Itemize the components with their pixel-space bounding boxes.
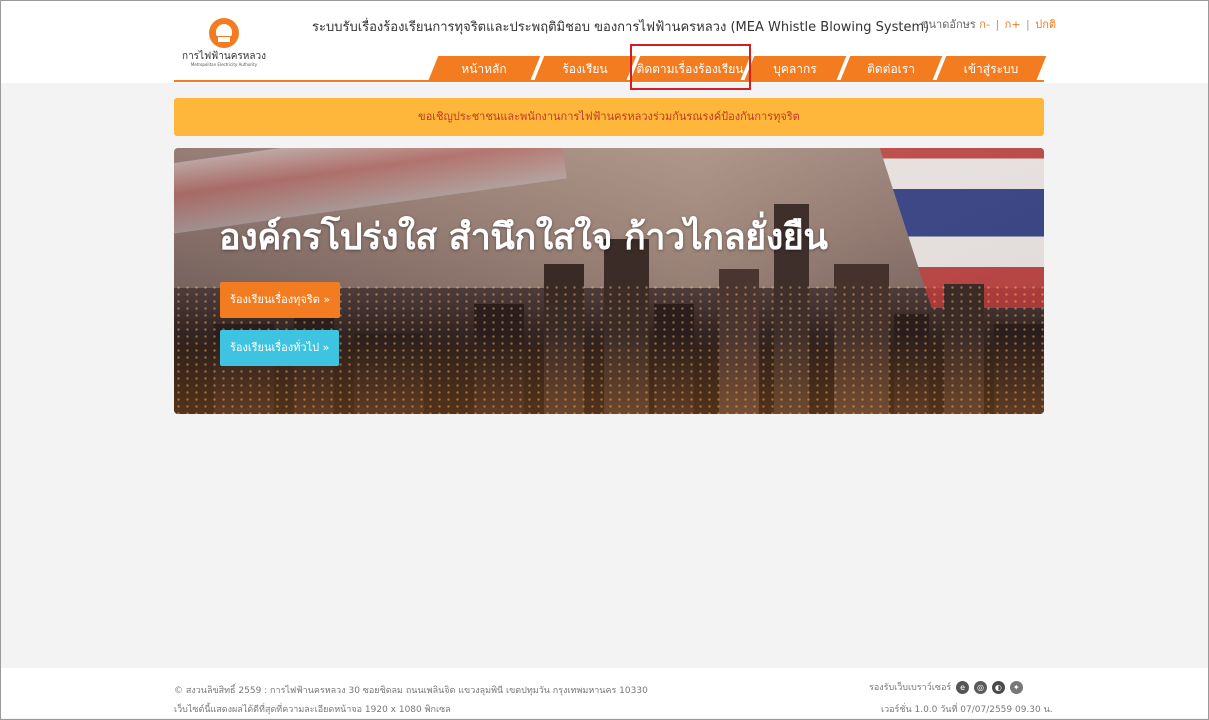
notice-text: ขอเชิญประชาชนและพนักงานการไฟฟ้านครหลวงร่…: [418, 110, 800, 123]
report-general-button[interactable]: ร้องเรียนเรื่องทั่วไป »: [220, 330, 340, 366]
version-text: เวอร์ชั่น 1.0.0 วันที่ 07/07/2559 09.30 …: [881, 705, 1053, 715]
nav-complaint[interactable]: ร้องเรียน: [533, 56, 637, 82]
header: การไฟฟ้านครหลวง Metropolitan Electricity…: [1, 1, 1208, 83]
browser-support-label: รองรับเว็บเบราว์เซอร์: [869, 683, 952, 693]
ie-icon: e: [956, 681, 970, 694]
site-title: ระบบรับเรื่องร้องเรียนการทุจริตและประพฤต…: [312, 20, 930, 35]
nav-home-label: หน้าหลัก: [461, 62, 507, 76]
safari-icon: ✦: [1009, 681, 1023, 694]
copyright-text: © สงวนลิขสิทธิ์ 2559 : การไฟฟ้านครหลวง 3…: [174, 686, 648, 696]
notice-bar: ขอเชิญประชาชนและพนักงานการไฟฟ้านครหลวงร่…: [174, 98, 1044, 136]
nav-home[interactable]: หน้าหลัก: [427, 56, 541, 82]
nav-contact[interactable]: ติดต่อเรา: [839, 56, 943, 82]
nav-login-label: เข้าสู่ระบบ: [963, 62, 1019, 76]
logo[interactable]: การไฟฟ้านครหลวง Metropolitan Electricity…: [169, 18, 279, 78]
font-increase-button[interactable]: ก+: [1005, 18, 1021, 31]
mea-logo-icon: [209, 18, 239, 48]
firefox-icon: ◐: [991, 681, 1005, 694]
font-normal-button[interactable]: ปกติ: [1035, 18, 1056, 31]
logo-name: การไฟฟ้านครหลวง: [182, 51, 266, 62]
footer: © สงวนลิขสิทธิ์ 2559 : การไฟฟ้านครหลวง 3…: [1, 668, 1208, 718]
separator: |: [1026, 18, 1030, 31]
nav-contact-label: ติดต่อเรา: [867, 62, 915, 76]
font-size-label: ขนาดอักษร: [921, 18, 976, 31]
nav-track-complaint-label: ติดตามเรื่องร้องเรียน: [636, 62, 744, 76]
header-divider: [174, 80, 1044, 82]
banner-headline: องค์กรโปร่งใส สำนึกใสใจ ก้าวไกลยั่งยืน: [219, 217, 828, 258]
chrome-icon: ◎: [973, 681, 987, 694]
hero-banner: องค์กรโปร่งใส สำนึกใสใจ ก้าวไกลยั่งยืน ร…: [174, 148, 1044, 414]
nav-personnel-label: บุคลากร: [773, 62, 817, 76]
nav-login[interactable]: เข้าสู่ระบบ: [935, 56, 1047, 82]
logo-subtitle: Metropolitan Electricity Authority: [190, 62, 258, 67]
separator: |: [995, 18, 1000, 31]
font-decrease-button[interactable]: ก-: [979, 18, 990, 31]
font-size-controls: ขนาดอักษร ก- | ก+ | ปกติ: [921, 15, 1056, 33]
resolution-text: เว็บไซต์นี้แสดงผลได้ดีที่สุดที่ความละเอี…: [174, 705, 451, 715]
nav-complaint-label: ร้องเรียน: [562, 62, 608, 76]
report-corruption-button[interactable]: ร้องเรียนเรื่องทุจริต »: [220, 282, 341, 318]
nav-personnel[interactable]: บุคลากร: [743, 56, 847, 82]
browser-support: รองรับเว็บเบราว์เซอร์ e ◎ ◐ ✦: [869, 680, 1023, 694]
